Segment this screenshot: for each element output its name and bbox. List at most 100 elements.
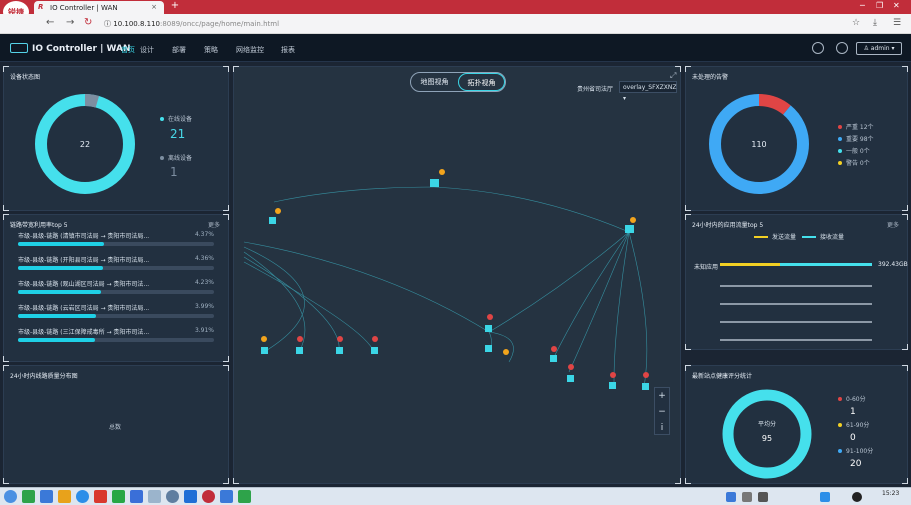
- address-bar: ← → ↻ ⓘ 10.100.8.110:8089/oncc/page/home…: [0, 14, 911, 34]
- avg-label: 平均分: [758, 420, 776, 428]
- tray-icon[interactable]: [852, 492, 862, 502]
- nav-home[interactable]: 首页: [121, 45, 135, 55]
- settings-icon[interactable]: [836, 42, 848, 54]
- topology-map[interactable]: 地图视角 拓扑视角 贵州省司法厅 overlay_SFXZXNZ ▾ ⤢ + −…: [233, 66, 681, 484]
- bandwidth-row[interactable]: 市级-县级-链路 (清镇市司法局 → 贵阳市司法局... 4.37%: [18, 231, 214, 253]
- download-icon[interactable]: ⤓: [873, 18, 877, 28]
- alarm-legend-item: 重要 98个: [838, 134, 874, 143]
- traffic-bar-empty: [720, 339, 872, 341]
- new-tab-button[interactable]: +: [168, 0, 182, 13]
- panel-title: 设备状态图: [10, 74, 41, 81]
- health-legend-count: 20: [850, 459, 862, 469]
- taskbar-folder-icon[interactable]: [58, 490, 71, 503]
- tab-favicon-icon: R: [38, 3, 44, 11]
- bandwidth-row-pct: 4.23%: [194, 279, 214, 286]
- bandwidth-row[interactable]: 市级-县级-链路 (观山湖区司法局 → 贵阳市司法... 4.23%: [18, 279, 214, 301]
- menu-icon[interactable]: ☰: [893, 18, 901, 28]
- bandwidth-row-fill: [18, 290, 101, 294]
- url-field[interactable]: ⓘ 10.100.8.110:8089/oncc/page/home/main.…: [104, 19, 279, 29]
- panel-title: 未处理的告警: [692, 74, 729, 81]
- bandwidth-row[interactable]: 市级-县级-链路 (开阳县司法局 → 贵阳市司法局... 4.36%: [18, 255, 214, 277]
- user-menu[interactable]: ♙ admin ▾: [856, 42, 902, 55]
- health-legend-item: 0-60分: [838, 394, 866, 403]
- taskbar-app-icon[interactable]: [76, 490, 89, 503]
- reload-icon[interactable]: ↻: [84, 17, 92, 28]
- nav-policy[interactable]: 策略: [204, 45, 218, 55]
- nav-report[interactable]: 报表: [281, 45, 295, 55]
- bandwidth-row-label: 市级-县级-链路 (观山湖区司法局 → 贵阳市司法...: [18, 281, 150, 288]
- taskbar-app-icon[interactable]: [166, 490, 179, 503]
- app-logo-icon: [10, 43, 28, 53]
- bandwidth-row-pct: 3.91%: [194, 327, 214, 334]
- avg-score: 95: [762, 434, 772, 443]
- traffic-bar-empty: [720, 321, 872, 323]
- zoom-controls: + − i: [654, 387, 670, 435]
- center-label: 总数: [109, 424, 122, 431]
- tab-title: IO Controller | WAN: [50, 3, 118, 12]
- url-host: 10.100.8.110: [113, 20, 160, 28]
- taskbar-app-icon[interactable]: [22, 490, 35, 503]
- bookmark-star-icon[interactable]: ☆: [852, 18, 860, 28]
- start-icon[interactable]: [4, 490, 17, 503]
- zoom-in-button[interactable]: +: [655, 388, 669, 404]
- panel-title: 最新站点健康评分统计: [692, 373, 753, 380]
- tray-icon[interactable]: [820, 492, 830, 502]
- bandwidth-row-label: 市级-县级-链路 (三江保障戒毒所 → 贵阳市司法...: [18, 329, 150, 336]
- bandwidth-row[interactable]: 市级-县级-链路 (三江保障戒毒所 → 贵阳市司法... 3.91%: [18, 327, 214, 349]
- tray-icon[interactable]: [726, 492, 736, 502]
- tab-close-icon[interactable]: ×: [151, 3, 157, 11]
- app-traffic-value: 392.43GB: [878, 261, 908, 268]
- taskbar-app-icon[interactable]: [130, 490, 143, 503]
- traffic-bar: [720, 263, 872, 266]
- volume-icon[interactable]: [758, 492, 768, 502]
- nav-design[interactable]: 设计: [140, 45, 154, 55]
- panel-title: 链路带宽利用率top 5: [10, 222, 68, 229]
- traffic-bar-empty: [720, 303, 872, 305]
- os-taskbar: 15:23: [0, 487, 911, 505]
- topology-graph: [243, 169, 649, 390]
- offline-count: 1: [170, 165, 178, 179]
- alarms-panel: 未处理的告警 110 严重 12个 重要 98个 一般 0个 警告 0个: [685, 66, 908, 211]
- device-status-donut: 22: [35, 94, 135, 194]
- forward-icon[interactable]: →: [66, 17, 74, 28]
- browser-tab[interactable]: R IO Controller | WAN ×: [34, 1, 164, 14]
- app-traffic-panel: 24小时内的应用流量top 5 更多 发送流量 接收流量 未知应用 392.43…: [685, 214, 908, 350]
- taskbar-app-icon[interactable]: [112, 490, 125, 503]
- bandwidth-row-label: 市级-县级-链路 (开阳县司法局 → 贵阳市司法局...: [18, 257, 150, 264]
- link-quality-panel: 24小时内线路质量分布图 总数: [3, 365, 229, 484]
- bandwidth-top5-panel: 链路带宽利用率top 5 更多 市级-县级-链路 (清镇市司法局 → 贵阳市司法…: [3, 214, 229, 362]
- bandwidth-row-track: [18, 290, 214, 294]
- zoom-out-button[interactable]: −: [655, 404, 669, 420]
- bandwidth-row[interactable]: 市级-县级-链路 (云岩区司法局 → 贵阳市司法局... 3.99%: [18, 303, 214, 325]
- taskbar-app-icon[interactable]: [220, 490, 233, 503]
- close-window-icon[interactable]: ✕: [893, 1, 900, 10]
- health-score-panel: 最新站点健康评分统计 平均分 95 0-60分 1 61-90分 0 91-100分 20: [685, 365, 908, 484]
- back-icon[interactable]: ←: [46, 17, 54, 28]
- info-button[interactable]: i: [655, 420, 669, 436]
- notification-icon[interactable]: [812, 42, 824, 54]
- nav-monitor[interactable]: 网络监控: [236, 45, 264, 55]
- tray-icon[interactable]: [742, 492, 752, 502]
- taskbar-app-icon[interactable]: [184, 490, 197, 503]
- panel-title: 24小时内的应用流量top 5: [692, 222, 764, 229]
- browser-tab-bar: 锐捷 R IO Controller | WAN × + ─ ❐ ✕: [0, 0, 911, 23]
- alarms-donut: 110: [709, 94, 809, 194]
- legend-online: 在线设备: [160, 114, 192, 123]
- bandwidth-row-label: 市级-县级-链路 (清镇市司法局 → 贵阳市司法局...: [18, 233, 150, 240]
- taskbar-app-icon[interactable]: [148, 490, 161, 503]
- more-link[interactable]: 更多: [208, 220, 220, 229]
- device-status-panel: 设备状态图 22 在线设备 21 离线设备 1: [3, 66, 229, 211]
- nav-deploy[interactable]: 部署: [172, 45, 186, 55]
- bandwidth-row-fill: [18, 242, 104, 246]
- minimize-icon[interactable]: ─: [860, 1, 865, 10]
- bandwidth-row-fill: [18, 266, 104, 270]
- taskbar-app-icon[interactable]: [94, 490, 107, 503]
- health-legend-count: 0: [850, 433, 856, 443]
- taskbar-app-icon[interactable]: [238, 490, 251, 503]
- alarm-legend-item: 严重 12个: [838, 122, 874, 131]
- more-link[interactable]: 更多: [887, 220, 899, 229]
- bandwidth-row-pct: 4.37%: [194, 231, 214, 238]
- maximize-icon[interactable]: ❐: [876, 1, 883, 10]
- taskbar-browser-icon[interactable]: [202, 490, 215, 503]
- taskbar-app-icon[interactable]: [40, 490, 53, 503]
